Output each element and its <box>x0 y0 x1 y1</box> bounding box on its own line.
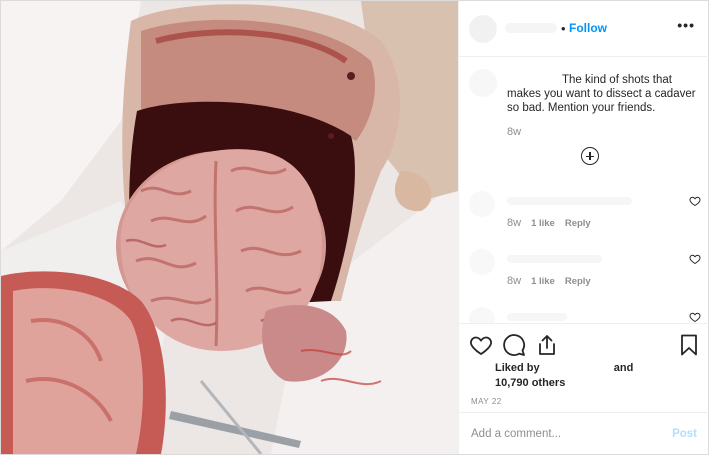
caption-time[interactable]: 8w <box>507 126 521 138</box>
more-icon[interactable]: ••• <box>677 17 695 33</box>
comment-input[interactable] <box>471 424 651 444</box>
post-image[interactable] <box>1 1 458 454</box>
post-date[interactable]: MAY 22 <box>471 397 502 406</box>
plus-circle-icon[interactable] <box>581 147 599 165</box>
comments-section[interactable]: The kind of shots that makes you want to… <box>459 57 709 323</box>
likes-summary[interactable]: Liked by and 10,790 others <box>495 361 633 391</box>
share-icon[interactable] <box>535 333 559 357</box>
heart-icon[interactable] <box>689 253 701 265</box>
post-comment-button[interactable]: Post <box>672 428 697 440</box>
heart-icon[interactable] <box>689 195 701 207</box>
heart-icon[interactable] <box>689 311 701 323</box>
commenter-text <box>507 197 632 205</box>
commenter-text <box>507 313 567 321</box>
follow-button[interactable]: Follow <box>569 21 607 35</box>
caption-author-avatar[interactable] <box>469 69 497 97</box>
comment-item: 8w 1 like Reply <box>459 243 709 299</box>
post-photo <box>1 1 458 454</box>
post-dialog: • Follow ••• The kind of shots that make… <box>0 0 709 455</box>
post-side-panel: • Follow ••• The kind of shots that make… <box>458 1 709 454</box>
commenter-avatar[interactable] <box>469 191 495 217</box>
comment-reply-button[interactable]: Reply <box>565 218 591 229</box>
post-actions: Liked by and 10,790 others MAY 22 <box>459 323 709 412</box>
comment-likes[interactable]: 1 like <box>531 218 555 229</box>
comment-icon[interactable] <box>502 333 526 357</box>
liked-by-prefix: Liked by <box>495 362 540 374</box>
commenter-avatar[interactable] <box>469 307 495 323</box>
author-avatar[interactable] <box>469 15 497 43</box>
liked-by-others[interactable]: 10,790 others <box>495 377 565 389</box>
comment-reply-button[interactable]: Reply <box>565 276 591 287</box>
bookmark-icon[interactable] <box>677 333 701 357</box>
caption-text: The kind of shots that makes you want to… <box>507 74 696 114</box>
heart-icon[interactable] <box>469 333 493 357</box>
comment-time[interactable]: 8w <box>507 217 521 229</box>
author-username[interactable] <box>505 23 557 33</box>
follow-separator: • <box>561 21 566 36</box>
commenter-text <box>507 255 602 263</box>
commenter-avatar[interactable] <box>469 249 495 275</box>
comment-likes[interactable]: 1 like <box>531 276 555 287</box>
liked-by-and: and <box>613 362 634 374</box>
comment-time[interactable]: 8w <box>507 275 521 287</box>
post-header: • Follow ••• <box>459 1 709 57</box>
comment-meta: 8w 1 like Reply <box>507 275 591 287</box>
comment-item: 8w 1 like Reply <box>459 185 709 241</box>
add-comment-bar: Post <box>459 412 709 454</box>
comment-meta: 8w 1 like Reply <box>507 217 591 229</box>
comment-item <box>459 301 709 323</box>
post-caption: The kind of shots that makes you want to… <box>507 73 697 115</box>
